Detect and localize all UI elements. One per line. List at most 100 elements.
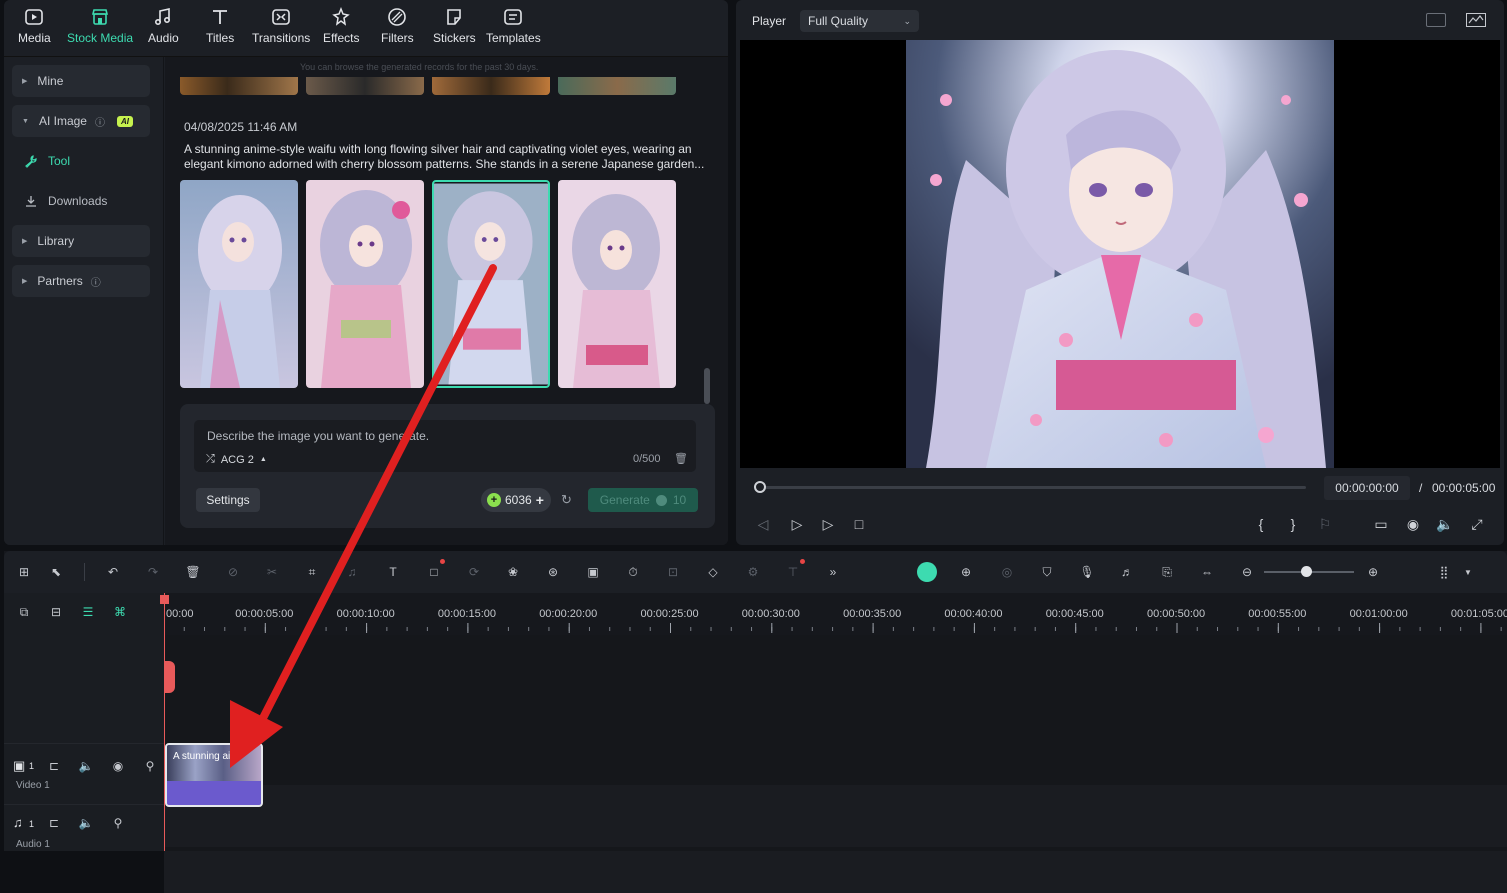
toolbar-media[interactable]: Media bbox=[18, 6, 51, 45]
split-audio-icon[interactable]: ⊘ bbox=[224, 563, 242, 581]
help-icon[interactable]: ⓘ bbox=[95, 114, 105, 129]
play-icon[interactable]: ▷ bbox=[819, 515, 837, 533]
playback-progress[interactable] bbox=[760, 486, 1306, 489]
select-tool-icon[interactable]: ⬉ bbox=[47, 563, 65, 581]
sidebar-item-ai-image[interactable]: ▼ AI Image ⓘ AI bbox=[12, 105, 150, 137]
volume-icon[interactable]: 🔈 bbox=[1436, 515, 1454, 533]
crop-icon[interactable]: ⌗ bbox=[303, 563, 321, 581]
stop-icon[interactable]: □ bbox=[850, 515, 868, 533]
help-icon[interactable]: ⓘ bbox=[91, 274, 101, 289]
link-icon[interactable]: ⊟ bbox=[47, 603, 65, 621]
shield-icon[interactable]: ⛉ bbox=[1038, 563, 1056, 581]
sidebar-item-library[interactable]: ▶ Library bbox=[12, 225, 150, 257]
video-clip[interactable]: A stunning ai... bbox=[165, 743, 263, 807]
folder-icon[interactable]: ⊏ bbox=[45, 814, 63, 832]
generate-button[interactable]: Generate 10 bbox=[588, 488, 698, 512]
beat-icon[interactable]: ◎ bbox=[998, 563, 1016, 581]
generated-image-4[interactable] bbox=[558, 180, 676, 388]
mark-out-icon[interactable]: } bbox=[1284, 515, 1302, 533]
lock-icon[interactable]: ⚲ bbox=[109, 814, 127, 832]
prev-frame-icon[interactable]: ◁ bbox=[754, 515, 772, 533]
toolbar-titles[interactable]: Titles bbox=[206, 6, 234, 45]
mute-icon[interactable]: 🔈 bbox=[77, 814, 95, 832]
display-icon[interactable]: ▭ bbox=[1372, 515, 1390, 533]
cut-icon[interactable]: ✂ bbox=[263, 563, 281, 581]
step-play-icon[interactable]: ▷ bbox=[788, 515, 806, 533]
lock-icon[interactable]: ⚲ bbox=[141, 757, 159, 775]
add-credits-icon[interactable]: + bbox=[536, 492, 544, 508]
more-icon[interactable]: » bbox=[824, 563, 842, 581]
toolbar-effects[interactable]: Effects bbox=[323, 6, 359, 45]
delete-icon[interactable]: 🗑 bbox=[184, 563, 202, 581]
previous-result-thumb[interactable] bbox=[306, 77, 424, 95]
quality-select[interactable]: Full Quality ⌄ bbox=[800, 10, 919, 32]
ai-edit-icon[interactable]: ▣ bbox=[584, 563, 602, 581]
speed-icon[interactable]: ⏱ bbox=[624, 563, 642, 581]
progress-handle[interactable] bbox=[754, 481, 766, 493]
marker-icon[interactable]: ⚐ bbox=[1316, 515, 1334, 533]
mark-in-icon[interactable]: { bbox=[1252, 515, 1270, 533]
toolbar-stock-media[interactable]: Stock Media bbox=[67, 6, 133, 45]
sidebar-item-downloads[interactable]: Downloads bbox=[24, 194, 107, 208]
toolbar-stickers[interactable]: Stickers bbox=[433, 6, 476, 45]
ai-tools-icon[interactable]: ⊛ bbox=[544, 563, 562, 581]
waveform-icon[interactable] bbox=[1466, 13, 1486, 27]
generated-image-3-selected[interactable] bbox=[432, 180, 550, 388]
adjust-icon[interactable]: ⚙ bbox=[744, 563, 762, 581]
records-scrollbar[interactable] bbox=[704, 368, 710, 404]
folder-icon[interactable]: ⊏ bbox=[45, 757, 63, 775]
text-icon[interactable]: T bbox=[384, 563, 402, 581]
playhead-handle[interactable] bbox=[164, 661, 175, 693]
music-edit-icon[interactable]: ♫ bbox=[343, 563, 361, 581]
model-selector[interactable]: ⤮ ACG 2 ▲ bbox=[206, 453, 267, 466]
snap-icon[interactable]: ⌘ bbox=[111, 603, 129, 621]
grid-view-icon[interactable] bbox=[1426, 13, 1446, 27]
ai-assistant-icon[interactable] bbox=[917, 562, 937, 582]
previous-result-thumb[interactable] bbox=[432, 77, 550, 95]
toolbar-transitions[interactable]: Transitions bbox=[252, 6, 310, 45]
fit-icon[interactable]: ⇔ bbox=[1198, 563, 1216, 581]
add-track-icon[interactable]: ⧉ bbox=[15, 603, 33, 621]
sidebar-item-partners[interactable]: ▶ Partners ⓘ bbox=[12, 265, 150, 297]
focus-icon[interactable]: ⊡ bbox=[664, 563, 682, 581]
trash-icon[interactable]: 🗑 bbox=[674, 452, 688, 465]
audio-list-icon[interactable]: ♬ bbox=[1118, 563, 1136, 581]
playhead[interactable] bbox=[164, 593, 165, 851]
fullscreen-icon[interactable]: ⤢ bbox=[1468, 515, 1486, 533]
snapshot-icon[interactable]: ◉ bbox=[1404, 515, 1422, 533]
grid-dots-icon[interactable]: ⣿ bbox=[1435, 563, 1453, 581]
shape-icon[interactable]: □ bbox=[425, 563, 443, 581]
mute-icon[interactable]: 🔈 bbox=[77, 757, 95, 775]
replace-icon[interactable]: ⎘ bbox=[1158, 563, 1176, 581]
previous-result-thumb[interactable] bbox=[558, 77, 676, 95]
zoom-in-icon[interactable]: ⊕ bbox=[1364, 563, 1382, 581]
prompt-input[interactable]: Describe the image you want to generate.… bbox=[194, 420, 696, 472]
zoom-slider-handle[interactable] bbox=[1301, 566, 1312, 577]
color-icon[interactable]: ❀ bbox=[504, 563, 522, 581]
sidebar-item-tool[interactable]: Tool bbox=[24, 154, 70, 168]
keyframe-icon[interactable]: ◇ bbox=[704, 563, 722, 581]
settings-button[interactable]: Settings bbox=[196, 488, 260, 512]
toolbar-audio[interactable]: Audio bbox=[148, 6, 179, 45]
playhead-top[interactable] bbox=[160, 595, 169, 604]
shuffle-icon[interactable]: ⤮ bbox=[206, 453, 215, 466]
timeline-ruler[interactable]: 00:00 00:00:05:00 00:00:10:00 00:00:15:00 00… bbox=[164, 593, 1507, 635]
video-preview[interactable] bbox=[740, 40, 1500, 468]
previous-result-thumb[interactable] bbox=[180, 77, 298, 95]
eye-icon[interactable]: ◉ bbox=[109, 757, 127, 775]
sidebar-item-mine[interactable]: ▶ Mine bbox=[12, 65, 150, 97]
auto-reframe-icon[interactable]: ⊕ bbox=[957, 563, 975, 581]
rotate-icon[interactable]: ⟳ bbox=[465, 563, 483, 581]
zoom-out-icon[interactable]: ⊖ bbox=[1238, 563, 1256, 581]
layout-icon[interactable]: ⊞ bbox=[15, 563, 33, 581]
toolbar-filters[interactable]: Filters bbox=[381, 6, 414, 45]
credits-badge[interactable]: + 6036 + bbox=[481, 488, 551, 512]
generated-image-2[interactable] bbox=[306, 180, 424, 388]
chevron-down-icon[interactable]: ▼ bbox=[1459, 563, 1477, 581]
toolbar-templates[interactable]: Templates bbox=[486, 6, 541, 45]
refresh-icon[interactable]: ↻ bbox=[561, 492, 572, 508]
microphone-icon[interactable]: 🎙 bbox=[1078, 563, 1096, 581]
undo-icon[interactable]: ↶ bbox=[104, 563, 122, 581]
ai-text-icon[interactable]: ⊤ bbox=[784, 563, 802, 581]
track-layout-icon[interactable]: ☰ bbox=[79, 603, 97, 621]
